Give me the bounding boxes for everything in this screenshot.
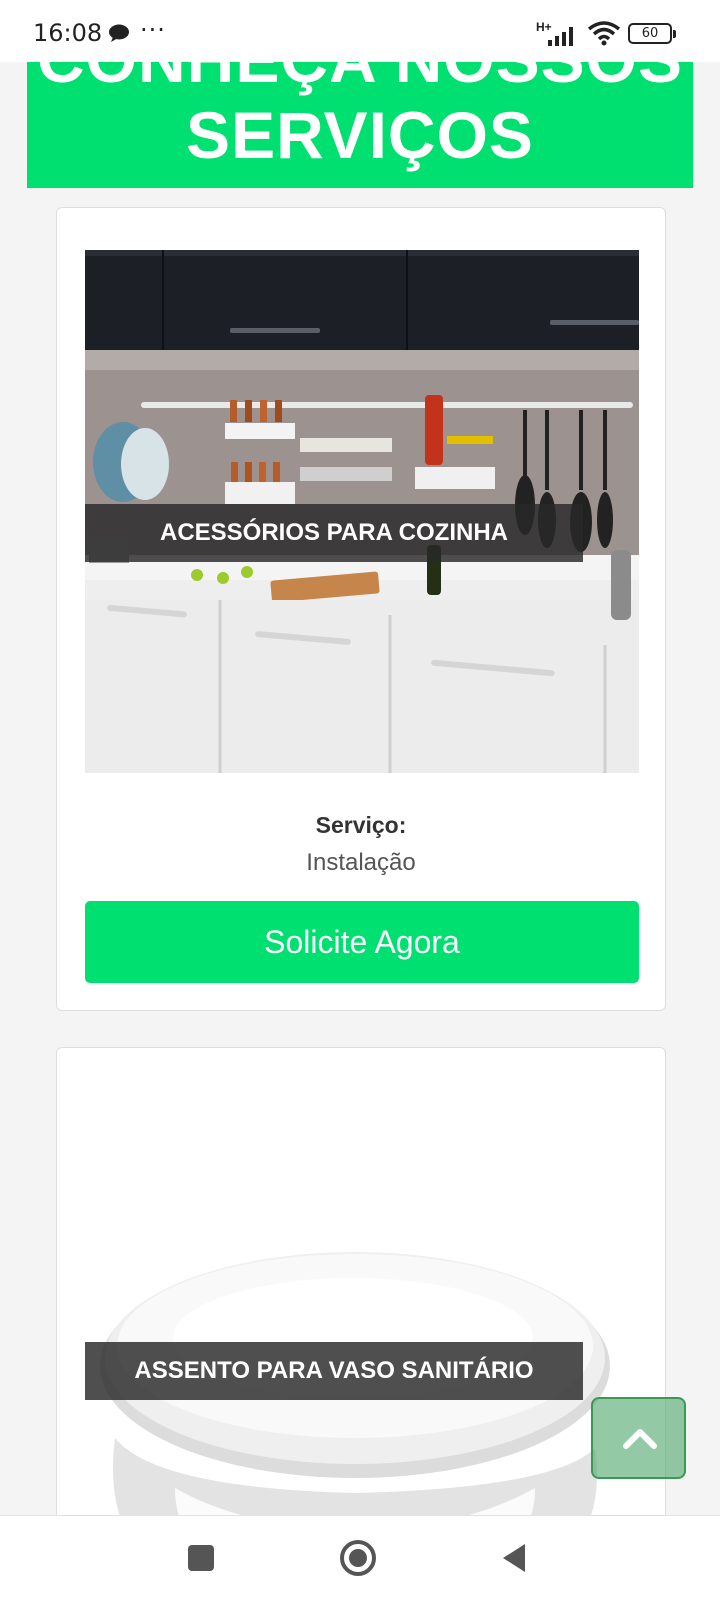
home-circle-icon bbox=[340, 1540, 376, 1576]
chat-bubble-icon bbox=[109, 24, 129, 42]
banner-title-line1: CONHEÇA NOSSOS bbox=[27, 62, 693, 94]
service-card: ACESSÓRIOS PARA COZINHA Serviço: Instala… bbox=[56, 207, 666, 1011]
service-card: ASSENTO PARA VASO SANITÁRIO bbox=[56, 1047, 666, 1547]
more-dots-icon: ··· bbox=[140, 16, 166, 44]
service-label: Serviço: bbox=[315, 812, 407, 838]
battery-level: 60 bbox=[641, 26, 659, 41]
card-title-overlay: ACESSÓRIOS PARA COZINHA bbox=[85, 504, 583, 562]
wifi-icon bbox=[587, 21, 621, 46]
service-value: Instalação bbox=[306, 849, 416, 876]
signal-icon bbox=[548, 27, 573, 46]
card-title-overlay: ASSENTO PARA VASO SANITÁRIO bbox=[85, 1342, 583, 1400]
banner-title-line2: SERVIÇOS bbox=[186, 98, 534, 172]
status-time: 16:08 bbox=[33, 19, 103, 47]
back-triangle-icon bbox=[503, 1544, 525, 1572]
request-now-button[interactable]: Solicite Agora bbox=[85, 901, 639, 983]
recents-button[interactable] bbox=[156, 1516, 246, 1600]
battery-icon: 60 bbox=[628, 23, 676, 44]
scroll-to-top-button[interactable] bbox=[591, 1397, 686, 1479]
services-banner: CONHEÇA NOSSOS SERVIÇOS bbox=[27, 62, 693, 188]
status-bar: 16:08 ··· H+ 60 bbox=[0, 0, 720, 62]
navigation-bar bbox=[0, 1515, 720, 1600]
chevron-up-icon bbox=[623, 1429, 657, 1449]
recents-square-icon bbox=[188, 1545, 214, 1571]
back-button[interactable] bbox=[470, 1516, 560, 1600]
home-button[interactable] bbox=[313, 1516, 403, 1600]
toilet-seat-image bbox=[85, 1088, 639, 1546]
